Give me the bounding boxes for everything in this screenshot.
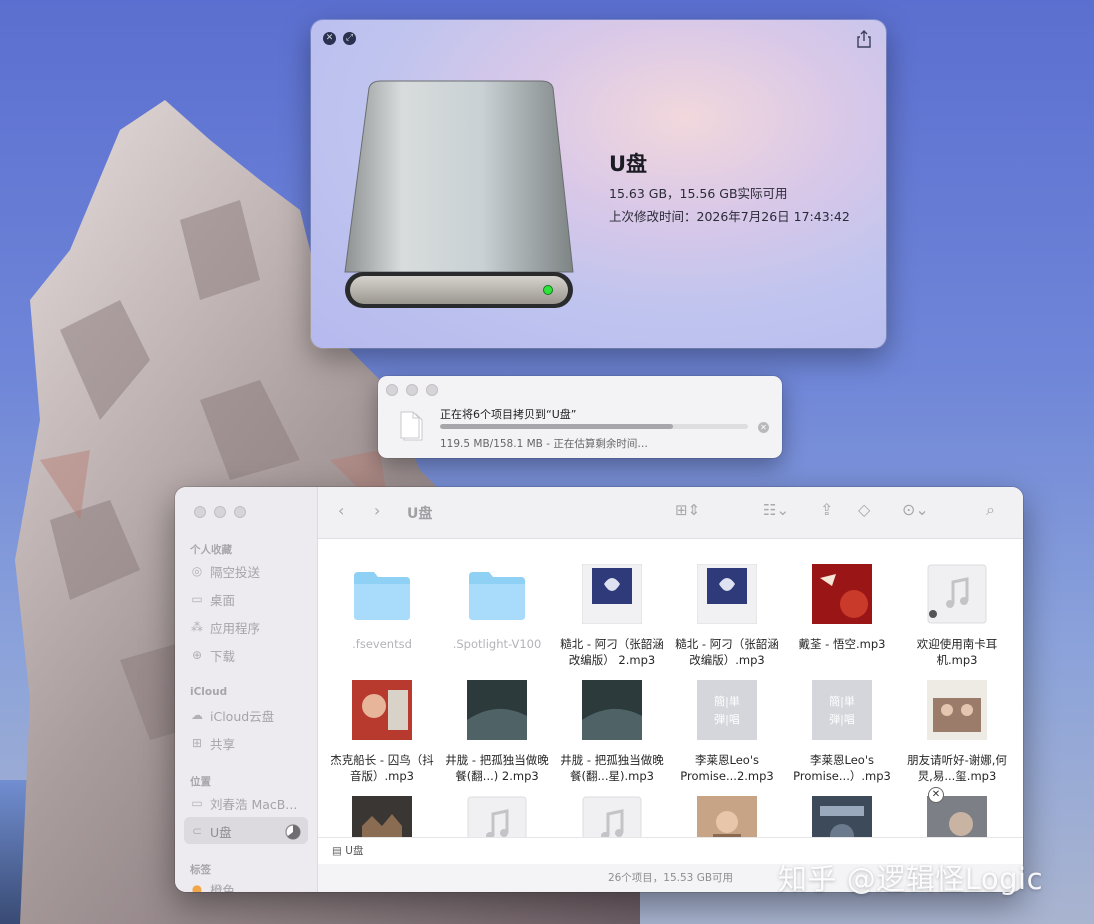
folder-icon bbox=[354, 572, 410, 620]
file-item[interactable]: 糙北 - 阿刁（张韶涵改编版）.mp3 bbox=[672, 563, 782, 668]
sidebar-heading-favorites: 个人收藏 bbox=[190, 544, 232, 556]
copy-progress-window: 正在将6个项目拷贝到“U盘” 119.5 MB/158.1 MB - 正在估算剩… bbox=[378, 376, 782, 458]
album-art-thumbnail bbox=[581, 563, 643, 625]
file-item[interactable]: .fseventsd bbox=[327, 564, 437, 652]
tag-icon[interactable]: ◇ bbox=[858, 500, 870, 519]
sidebar-heading-tags: 标签 bbox=[190, 864, 211, 876]
album-art-thumbnail bbox=[812, 564, 872, 624]
file-grid: .fseventsd .Spotlight-V100 糙北 - 阿刁（张韶涵改编… bbox=[318, 539, 1023, 837]
file-item[interactable] bbox=[557, 796, 667, 837]
file-item[interactable] bbox=[672, 796, 782, 837]
file-item[interactable] bbox=[327, 796, 437, 837]
quicklook-window: ✕ ⤢ U盘 15.63 GB，15.56 GB实际可用 上次修改时间：2026… bbox=[311, 20, 886, 348]
music-file-icon bbox=[927, 564, 987, 624]
album-art-thumbnail bbox=[697, 796, 757, 837]
applications-icon: ⁂ bbox=[191, 620, 203, 634]
zoom-button[interactable] bbox=[234, 506, 246, 518]
drive-icon: ⊂ bbox=[191, 824, 203, 838]
svg-text:弾|唱: 弾|唱 bbox=[829, 713, 855, 726]
toolbar: ‹ › U盘 ⊞⇕ ☷⌄ ⇪ ◇ ⊙⌄ ⌕ bbox=[318, 487, 1023, 539]
sidebar-item-icloud-drive[interactable]: ☁ iCloud云盘 bbox=[190, 704, 274, 726]
file-item[interactable] bbox=[902, 796, 1012, 837]
file-item[interactable]: 井胧 - 把孤独当做晚餐(翻...星).mp3 bbox=[557, 680, 667, 784]
download-icon: ⊕ bbox=[191, 648, 203, 662]
quicklook-modified: 上次修改时间：2026年7月26日 17:43:42 bbox=[609, 209, 850, 224]
album-art-thumbnail bbox=[927, 680, 987, 740]
album-art-thumbnail: 簡|単弾|唱 bbox=[812, 680, 872, 740]
music-file-icon bbox=[582, 796, 642, 837]
shared-folder-icon: ⊞ bbox=[191, 736, 203, 750]
folder-icon bbox=[469, 572, 525, 620]
svg-text:簡|単: 簡|単 bbox=[829, 694, 855, 708]
document-icon bbox=[400, 411, 423, 441]
finder-window: 个人收藏 ◎ 隔空投送 ▭ 桌面 ⁂ 应用程序 ⊕ 下载 iCloud ☁ iCloud云… bbox=[175, 487, 1023, 892]
file-item[interactable]: 簡|単 弾|唱 李莱恩Leo's Promise...）.mp3 bbox=[787, 680, 897, 784]
sidebar-item-airdrop[interactable]: ◎ 隔空投送 bbox=[190, 560, 260, 582]
close-button[interactable] bbox=[386, 384, 398, 396]
eject-progress-icon[interactable] bbox=[285, 824, 301, 840]
album-art-thumbnail bbox=[696, 563, 758, 625]
laptop-icon: ▭ bbox=[191, 796, 203, 810]
album-art-thumbnail bbox=[582, 680, 642, 740]
sidebar-item-shared[interactable]: ⊞ 共享 bbox=[190, 732, 235, 754]
share-icon[interactable] bbox=[856, 30, 872, 48]
close-icon[interactable]: ✕ bbox=[323, 32, 336, 45]
orange-tag-icon: ● bbox=[191, 882, 203, 892]
file-item[interactable] bbox=[442, 796, 552, 837]
sidebar-item-tag-orange[interactable]: ● 橙色 bbox=[190, 878, 235, 892]
copy-status: 119.5 MB/158.1 MB - 正在估算剩余时间… bbox=[440, 438, 648, 450]
cloud-icon: ☁ bbox=[191, 708, 203, 722]
icon-view-icon[interactable]: ⊞⇕ bbox=[675, 501, 700, 519]
more-actions-icon[interactable]: ⊙⌄ bbox=[902, 500, 929, 519]
external-drive-icon bbox=[344, 80, 574, 308]
quicklook-title: U盘 bbox=[609, 152, 648, 176]
path-item[interactable]: U盘 bbox=[345, 845, 363, 857]
file-item[interactable]: 欢迎使用南卡耳机.mp3 bbox=[902, 564, 1012, 668]
svg-text:弾|唱: 弾|唱 bbox=[714, 713, 740, 726]
file-item[interactable]: 簡|単 弾|唱 李莱恩Leo's Promise...2.mp3 bbox=[672, 680, 782, 784]
quicklook-capacity: 15.63 GB，15.56 GB实际可用 bbox=[609, 186, 788, 201]
close-button[interactable] bbox=[194, 506, 206, 518]
zoom-button[interactable] bbox=[426, 384, 438, 396]
file-item[interactable]: .Spotlight-V100 bbox=[442, 564, 552, 652]
file-item[interactable]: 杰克船长 - 囚鸟（抖音版）.mp3 bbox=[327, 680, 437, 784]
window-title: U盘 bbox=[407, 506, 433, 522]
desktop-icon: ▭ bbox=[191, 592, 203, 606]
album-art-thumbnail bbox=[352, 796, 412, 837]
sidebar-item-applications[interactable]: ⁂ 应用程序 bbox=[190, 616, 260, 638]
sidebar: 个人收藏 ◎ 隔空投送 ▭ 桌面 ⁂ 应用程序 ⊕ 下载 iCloud ☁ iCloud云… bbox=[175, 487, 318, 892]
back-icon[interactable]: ‹ bbox=[338, 501, 344, 520]
svg-text:簡|単: 簡|単 bbox=[714, 694, 740, 708]
search-icon[interactable]: ⌕ bbox=[986, 500, 995, 520]
album-art-thumbnail bbox=[467, 680, 527, 740]
fullscreen-icon[interactable]: ⤢ bbox=[343, 32, 356, 45]
album-art-thumbnail: 簡|単弾|唱 bbox=[697, 680, 757, 740]
file-item[interactable]: 朋友请听好-谢娜,何炅,易...玺.mp3 bbox=[902, 680, 1012, 784]
airdrop-icon: ◎ bbox=[191, 564, 203, 578]
remove-badge-icon[interactable]: ✕ bbox=[928, 787, 944, 803]
copy-title: 正在将6个项目拷贝到“U盘” bbox=[440, 408, 577, 421]
forward-icon[interactable]: › bbox=[374, 501, 380, 520]
sidebar-item-usb[interactable]: ⊂ U盘 bbox=[190, 820, 232, 842]
sidebar-heading-icloud: iCloud bbox=[190, 686, 228, 698]
sidebar-item-desktop[interactable]: ▭ 桌面 bbox=[190, 588, 235, 610]
drive-icon: ▤ bbox=[332, 845, 346, 857]
file-item[interactable]: 戴荃 - 悟空.mp3 bbox=[787, 564, 897, 652]
file-item[interactable] bbox=[787, 796, 897, 837]
watermark-text: 知乎 @逻辑怪Logic bbox=[778, 862, 1044, 896]
sidebar-heading-locations: 位置 bbox=[190, 776, 211, 788]
cancel-copy-button[interactable]: ✕ bbox=[758, 422, 769, 433]
sidebar-item-macbook[interactable]: ▭ 刘春浩 MacB... bbox=[190, 792, 297, 814]
file-item[interactable]: 糙北 - 阿刁（张韶涵改编版） 2.mp3 bbox=[557, 563, 667, 668]
copy-progress-bar bbox=[440, 424, 748, 429]
music-file-icon bbox=[467, 796, 527, 837]
group-view-icon[interactable]: ☷⌄ bbox=[763, 501, 789, 519]
album-art-thumbnail bbox=[812, 796, 872, 837]
share-icon[interactable]: ⇪ bbox=[820, 500, 833, 519]
album-art-thumbnail bbox=[352, 680, 412, 740]
minimize-button[interactable] bbox=[406, 384, 418, 396]
file-item[interactable]: 井胧 - 把孤独当做晚餐(翻...) 2.mp3 bbox=[442, 680, 552, 784]
sidebar-item-downloads[interactable]: ⊕ 下载 bbox=[190, 644, 235, 666]
minimize-button[interactable] bbox=[214, 506, 226, 518]
